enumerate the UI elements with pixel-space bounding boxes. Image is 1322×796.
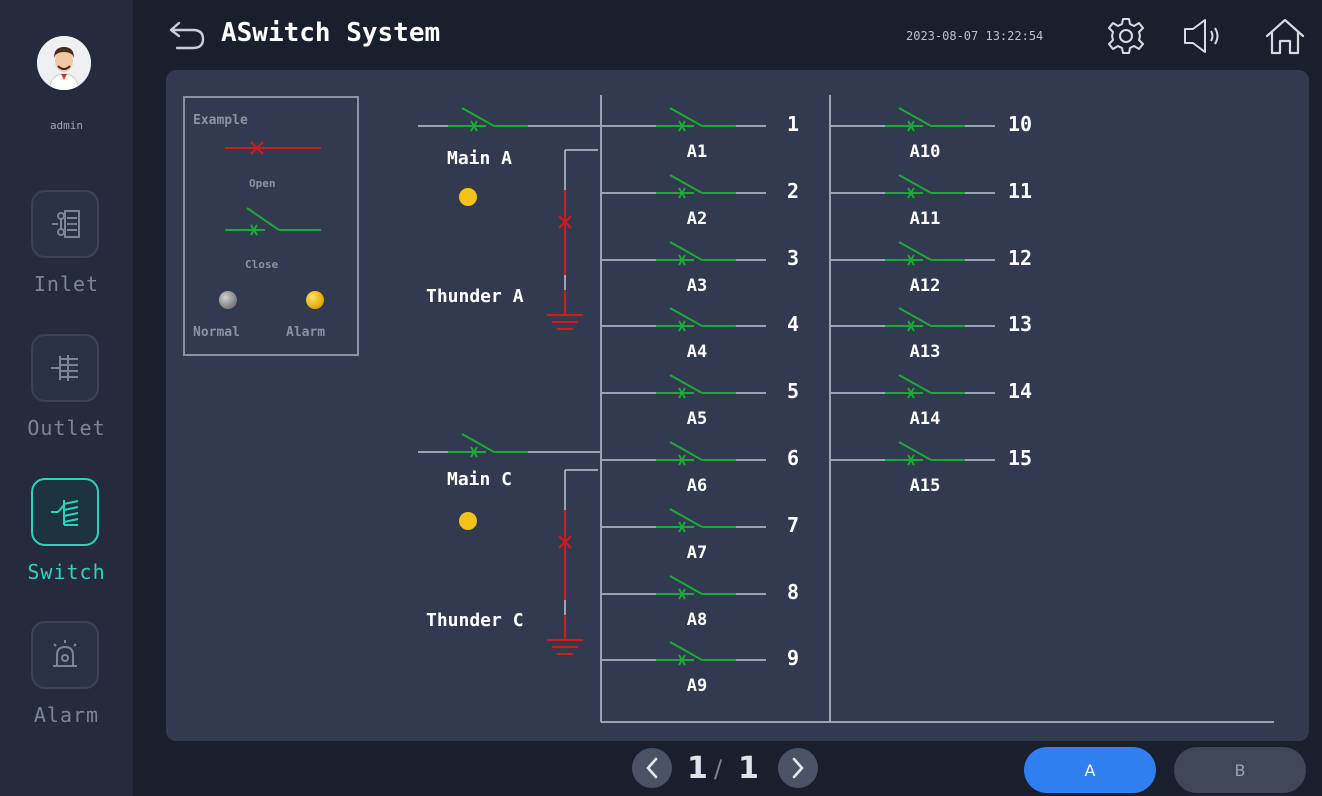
sidebar-item-label: Switch: [27, 560, 106, 584]
switch-label: A4: [686, 342, 708, 362]
page-total: 1: [738, 751, 759, 786]
speaker-icon[interactable]: [1181, 16, 1229, 60]
alarm-icon: [53, 640, 77, 667]
nav-box[interactable]: [31, 621, 99, 689]
switch-label: A6: [686, 476, 708, 496]
thunder-label: Thunder C: [426, 610, 524, 631]
main-label: Main C: [447, 469, 513, 490]
switch-label: A13: [909, 342, 941, 362]
sidebar-item-label: Outlet: [27, 416, 106, 440]
switch-label: A1: [686, 142, 708, 162]
nav-box[interactable]: [31, 478, 99, 546]
switch-number: 11: [1008, 179, 1033, 203]
switch-a5[interactable]: [601, 374, 766, 399]
inlet-icon: [52, 210, 80, 238]
switch-a15[interactable]: [830, 441, 995, 466]
main-label: Main A: [447, 148, 513, 169]
header: ASwitch System 2023-08-07 13:22:54: [133, 0, 1322, 70]
switch-a13[interactable]: [830, 307, 995, 332]
main-status-indicator: [459, 512, 477, 530]
sidebar: admin Inlet Outlet Switch Alarm: [0, 0, 133, 796]
switch-number: 10: [1008, 112, 1033, 136]
switch-number: 1: [787, 112, 800, 136]
settings-icon[interactable]: [1106, 16, 1146, 60]
tab-b[interactable]: B: [1174, 747, 1306, 793]
switch-number: 8: [787, 580, 800, 604]
sidebar-item-label: Alarm: [33, 703, 100, 727]
switch-number: 4: [787, 312, 800, 336]
switch-number: 6: [787, 446, 800, 470]
switch-label: A15: [909, 476, 941, 496]
next-page-button[interactable]: [778, 748, 818, 788]
switch-label: A3: [686, 276, 708, 296]
main-panel: Example Open Close Normal Alarm Main A Th…: [166, 70, 1309, 741]
switch-number: 12: [1008, 246, 1033, 270]
main-status-indicator: [459, 188, 477, 206]
datetime: 2023-08-07 13:22:54: [906, 29, 1044, 43]
switch-number: 3: [787, 246, 800, 270]
switch-label: A8: [686, 610, 708, 630]
switch-a9[interactable]: [601, 641, 766, 666]
avatar[interactable]: [37, 36, 91, 90]
switch-number: 9: [787, 646, 800, 670]
switch-number: 14: [1008, 379, 1033, 403]
switch-a2[interactable]: [601, 174, 766, 199]
switch-diagram: [418, 95, 1274, 723]
switch-a6[interactable]: [601, 441, 766, 466]
switch-label: A9: [686, 676, 708, 696]
main-switch-0[interactable]: [418, 107, 558, 132]
switch-number: 7: [787, 513, 800, 537]
home-icon[interactable]: [1263, 16, 1307, 60]
sidebar-item-label: Inlet: [33, 272, 100, 296]
page-title: ASwitch System: [221, 18, 441, 48]
switch-label: A11: [909, 209, 941, 229]
nav-box[interactable]: [31, 334, 99, 402]
switch-label: A7: [686, 543, 708, 563]
prev-page-button[interactable]: [632, 748, 672, 788]
tab-a[interactable]: A: [1024, 747, 1156, 793]
switch-label: A2: [686, 209, 708, 229]
chevron-right-icon: [792, 757, 804, 779]
switch-a1[interactable]: [601, 107, 766, 132]
switch-number: 13: [1008, 312, 1033, 336]
switch-a11[interactable]: [830, 174, 995, 199]
switch-number: 5: [787, 379, 800, 403]
switch-a3[interactable]: [601, 241, 766, 266]
switch-a10[interactable]: [830, 107, 995, 132]
outlet-icon: [51, 355, 78, 381]
switch-a4[interactable]: [601, 307, 766, 332]
switch-icon: [51, 500, 79, 526]
switch-label: A14: [909, 409, 941, 429]
user-name: admin: [49, 119, 84, 132]
switch-label: A10: [909, 142, 941, 162]
switch-a7[interactable]: [601, 508, 766, 533]
switch-label: A5: [686, 409, 708, 429]
thunder-label: Thunder A: [426, 286, 524, 307]
main-switch-1[interactable]: [418, 433, 558, 458]
chevron-left-icon: [646, 757, 658, 779]
nav-box[interactable]: [31, 190, 99, 258]
footer: 1 / 1 A B: [133, 741, 1322, 796]
page-separator: /: [714, 755, 723, 783]
page-current: 1: [687, 751, 708, 786]
switch-label: A12: [909, 276, 941, 296]
switch-a14[interactable]: [830, 374, 995, 399]
back-icon[interactable]: [165, 20, 205, 54]
switch-number: 2: [787, 179, 800, 203]
avatar-icon: [37, 36, 91, 90]
switch-number: 15: [1008, 446, 1033, 470]
switch-a12[interactable]: [830, 241, 995, 266]
switch-a8[interactable]: [601, 575, 766, 600]
